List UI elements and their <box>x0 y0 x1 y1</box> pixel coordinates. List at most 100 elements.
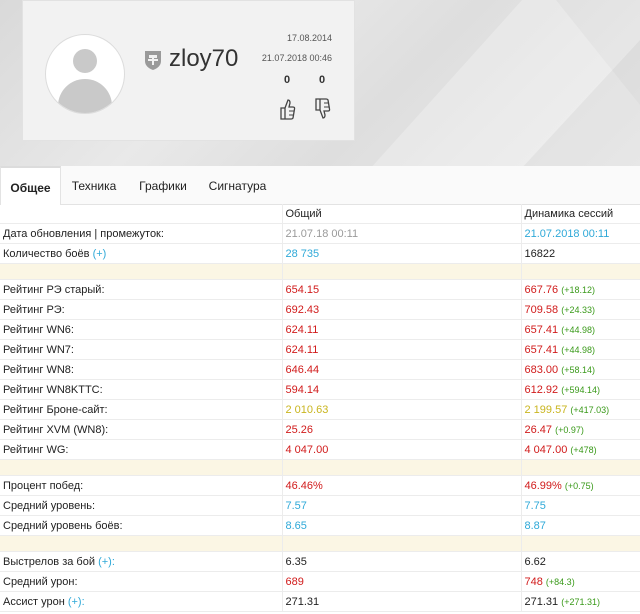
dynamics-cell: 2 199.57 (+417.03) <box>521 399 640 420</box>
dynamics-delta: (+58.14) <box>561 364 595 375</box>
spacer-cell <box>0 263 283 280</box>
dynamics-cell: 16822 <box>521 243 640 264</box>
thumbs-up-icon[interactable] <box>278 97 296 121</box>
dynamics-cell: 46.99% (+0.75) <box>521 475 640 496</box>
row-label: Процент побед: <box>0 475 283 496</box>
expand-link[interactable]: (+): <box>68 596 85 608</box>
general-value: 28 735 <box>282 243 522 264</box>
row-label: Ассист урон (+): <box>0 591 283 612</box>
expand-link[interactable]: (+) <box>93 248 107 260</box>
expand-link[interactable]: (+): <box>98 556 115 568</box>
dynamics-cell: 657.41 (+44.98) <box>521 319 640 340</box>
dislikes-count: 0 <box>319 74 326 86</box>
table-row: Процент побед: 46.46% 46.99% (+0.75) <box>0 475 640 496</box>
header-dynamics: Динамика сессий <box>521 204 640 224</box>
dynamics-value: 683.00 <box>524 363 559 376</box>
wot-logo-icon <box>145 51 161 70</box>
row-label: Рейтинг WN7: <box>0 339 283 360</box>
dynamics-value: 657.41 <box>524 343 559 356</box>
general-value: 21.07.18 00:11 <box>282 223 522 244</box>
dynamics-cell: 667.76 (+18.12) <box>521 279 640 300</box>
dynamics-cell: 26.47 (+0.97) <box>521 419 640 440</box>
dynamics-delta: (+594.14) <box>561 384 600 395</box>
dynamics-value: 709.58 <box>524 303 559 316</box>
last-battle-date: 21.07.2018 00:46 <box>261 53 332 63</box>
row-label: Рейтинг WN8: <box>0 359 283 380</box>
dynamics-cell: 6.62 <box>521 551 640 572</box>
dynamics-value: 21.07.2018 00:11 <box>524 227 610 240</box>
spacer-cell <box>282 535 522 552</box>
general-value: 4 047.00 <box>282 439 522 460</box>
table-spacer-row <box>0 263 640 280</box>
table-row: Рейтинг Броне-сайт: 2 010.63 2 199.57 (+41… <box>0 399 640 420</box>
general-value: 654.15 <box>282 279 522 300</box>
tab-general[interactable]: Общее <box>0 166 61 205</box>
tab-signature[interactable]: Сигнатура <box>199 166 276 204</box>
profile-card: zloy70 17.08.2014 21.07.2018 00:46 0 0 <box>22 0 355 141</box>
row-label: Средний уровень: <box>0 495 283 516</box>
row-label: Выстрелов за бой (+): <box>0 551 283 572</box>
dynamics-delta: (+0.75) <box>564 480 594 491</box>
table-row: Рейтинг XVM (WN8): 25.26 26.47 (+0.97) <box>0 419 640 440</box>
header-empty <box>0 204 283 224</box>
dynamics-delta: (+44.98) <box>561 344 595 355</box>
dynamics-cell: 748 (+84.3) <box>521 571 640 592</box>
row-label-text: Количество боёв <box>3 247 90 260</box>
dynamics-cell: 7.75 <box>521 495 640 516</box>
table-row: Количество боёв (+) 28 735 16822 <box>0 243 640 264</box>
table-row: Ассист урон (+): 271.31 271.31 (+271.31) <box>0 591 640 612</box>
general-value: 624.11 <box>282 339 522 360</box>
likes-count: 0 <box>284 74 291 86</box>
banner-decoration <box>520 40 640 166</box>
table-row: Рейтинг WN8: 646.44 683.00 (+58.14) <box>0 359 640 380</box>
dynamics-value: 26.47 <box>524 423 553 436</box>
row-label: Рейтинг РЭ старый: <box>0 279 283 300</box>
row-label-text: Средний уровень: <box>3 499 96 512</box>
row-label-text: Рейтинг РЭ старый: <box>3 283 105 296</box>
dynamics-value: 271.31 <box>524 595 559 608</box>
row-label-text: Средний урон: <box>3 575 78 588</box>
row-label: Рейтинг XVM (WN8): <box>0 419 283 440</box>
spacer-cell <box>521 459 640 476</box>
dynamics-value: 657.41 <box>524 323 559 336</box>
spacer-cell <box>282 263 522 280</box>
row-label: Дата обновления | промежуток: <box>0 223 283 244</box>
table-row: Дата обновления | промежуток: 21.07.18 00… <box>0 223 640 244</box>
table-row: Рейтинг WN7: 624.11 657.41 (+44.98) <box>0 339 640 360</box>
row-label: Количество боёв (+) <box>0 243 283 264</box>
dynamics-delta: (+417.03) <box>570 404 610 415</box>
row-label-text: Рейтинг WN8: <box>3 363 74 376</box>
table-row: Рейтинг WN6: 624.11 657.41 (+44.98) <box>0 319 640 340</box>
dynamics-value: 16822 <box>524 247 556 260</box>
dynamics-delta: (+478) <box>570 444 597 455</box>
dynamics-value: 667.76 <box>524 283 559 296</box>
table-spacer-row <box>0 459 640 476</box>
stats-table: Общий Динамика сессий Дата обновления | … <box>0 204 640 612</box>
row-label-text: Ассист урон <box>3 595 65 608</box>
dynamics-value: 46.99% <box>524 479 562 492</box>
dynamics-cell: 4 047.00 (+478) <box>521 439 640 460</box>
row-label-text: Рейтинг WN7: <box>3 343 74 356</box>
general-value: 2 010.63 <box>282 399 522 420</box>
spacer-cell <box>521 263 640 280</box>
row-label: Рейтинг WN8KTTC: <box>0 379 283 400</box>
general-value: 25.26 <box>282 419 522 440</box>
thumbs-down-icon[interactable] <box>313 97 331 121</box>
tab-vehicles[interactable]: Техника <box>61 166 127 204</box>
tab-charts[interactable]: Графики <box>127 166 199 204</box>
row-label-text: Рейтинг Броне-сайт: <box>3 403 108 416</box>
table-row: Средний урон: 689 748 (+84.3) <box>0 571 640 592</box>
general-value: 46.46% <box>282 475 522 496</box>
user-avatar-icon[interactable] <box>45 34 125 114</box>
general-value: 271.31 <box>282 591 522 612</box>
dynamics-cell: 8.87 <box>521 515 640 536</box>
row-label-text: Средний уровень боёв: <box>3 519 123 532</box>
dynamics-cell: 709.58 (+24.33) <box>521 299 640 320</box>
dynamics-delta: (+84.3) <box>545 576 575 587</box>
tab-bar: Общее Техника Графики Сигнатура <box>0 166 640 205</box>
row-label-text: Дата обновления | промежуток: <box>3 227 164 240</box>
general-value: 6.35 <box>282 551 522 572</box>
dynamics-delta: (+44.98) <box>561 324 595 335</box>
table-spacer-row <box>0 535 640 552</box>
row-label-text: Рейтинг WN8KTTC: <box>3 383 103 396</box>
